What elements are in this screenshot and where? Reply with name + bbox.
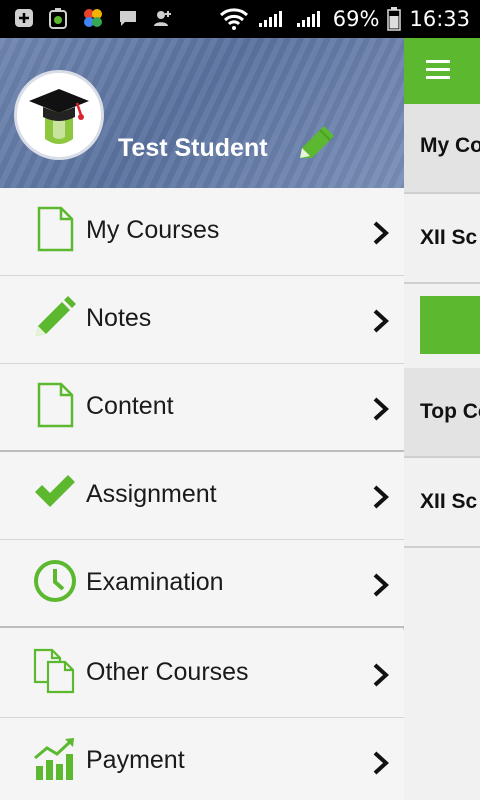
- signal-1-icon: [258, 11, 282, 27]
- user-name: Test Student: [118, 134, 268, 162]
- clock-icon: [34, 560, 76, 602]
- drawer-header: Test Student: [0, 38, 404, 188]
- chevron-right-icon: [373, 221, 389, 245]
- battery-icon: [387, 7, 402, 31]
- menu-item-my-courses[interactable]: My Courses: [0, 188, 404, 276]
- menu-icon[interactable]: [426, 60, 450, 80]
- menu-item-label: My Courses: [86, 216, 220, 244]
- menu-item-examination[interactable]: Examination: [0, 540, 404, 628]
- battery-percent: 69%: [332, 7, 380, 31]
- flower-app-icon: [84, 9, 102, 27]
- graduation-cap-icon: [29, 89, 89, 144]
- menu-item-assignment[interactable]: Assignment: [0, 452, 404, 540]
- wifi-icon: [219, 8, 248, 30]
- menu-item-label: Examination: [86, 568, 224, 596]
- app-notification-icon: [49, 8, 67, 29]
- menu-item-label: Notes: [86, 304, 152, 332]
- document-icon: [37, 382, 74, 428]
- notification-icons: [14, 7, 172, 29]
- menu-item-label: Assignment: [86, 480, 217, 508]
- menu-item-content[interactable]: Content: [0, 364, 404, 452]
- navigation-drawer: Test Student My Courses Notes Content As…: [0, 38, 404, 800]
- list-item[interactable]: Top Co: [404, 368, 480, 458]
- chevron-right-icon: [373, 663, 389, 687]
- app-toolbar: [404, 38, 480, 104]
- check-icon: [35, 475, 75, 507]
- menu-item-label: Payment: [86, 746, 185, 774]
- message-icon: [120, 11, 136, 26]
- pencil-icon: [36, 296, 76, 336]
- chevron-right-icon: [373, 397, 389, 421]
- list-item[interactable]: XII Sc: [404, 194, 480, 284]
- list-item[interactable]: XII Sc: [404, 458, 480, 548]
- status-bar: 69% 16:33: [0, 0, 480, 38]
- documents-icon: [33, 648, 75, 694]
- chart-icon: [34, 738, 74, 780]
- chevron-right-icon: [373, 309, 389, 333]
- clock: 16:33: [409, 7, 470, 31]
- chevron-right-icon: [373, 485, 389, 509]
- menu-item-notes[interactable]: Notes: [0, 276, 404, 364]
- green-banner[interactable]: [420, 296, 480, 354]
- avatar[interactable]: [14, 70, 104, 160]
- document-icon: [37, 206, 74, 252]
- menu-item-other-courses[interactable]: Other Courses: [0, 630, 404, 718]
- list-item[interactable]: My Co: [404, 104, 480, 194]
- edit-profile-pencil-icon[interactable]: [292, 120, 340, 168]
- add-contact-icon: [154, 11, 171, 26]
- chevron-right-icon: [373, 751, 389, 775]
- menu-item-label: Other Courses: [86, 658, 249, 686]
- menu-item-payment[interactable]: Payment: [0, 718, 404, 800]
- signal-2-icon: [296, 11, 320, 27]
- notification-plus-icon: [15, 9, 33, 27]
- chevron-right-icon: [373, 573, 389, 597]
- menu-item-label: Content: [86, 392, 174, 420]
